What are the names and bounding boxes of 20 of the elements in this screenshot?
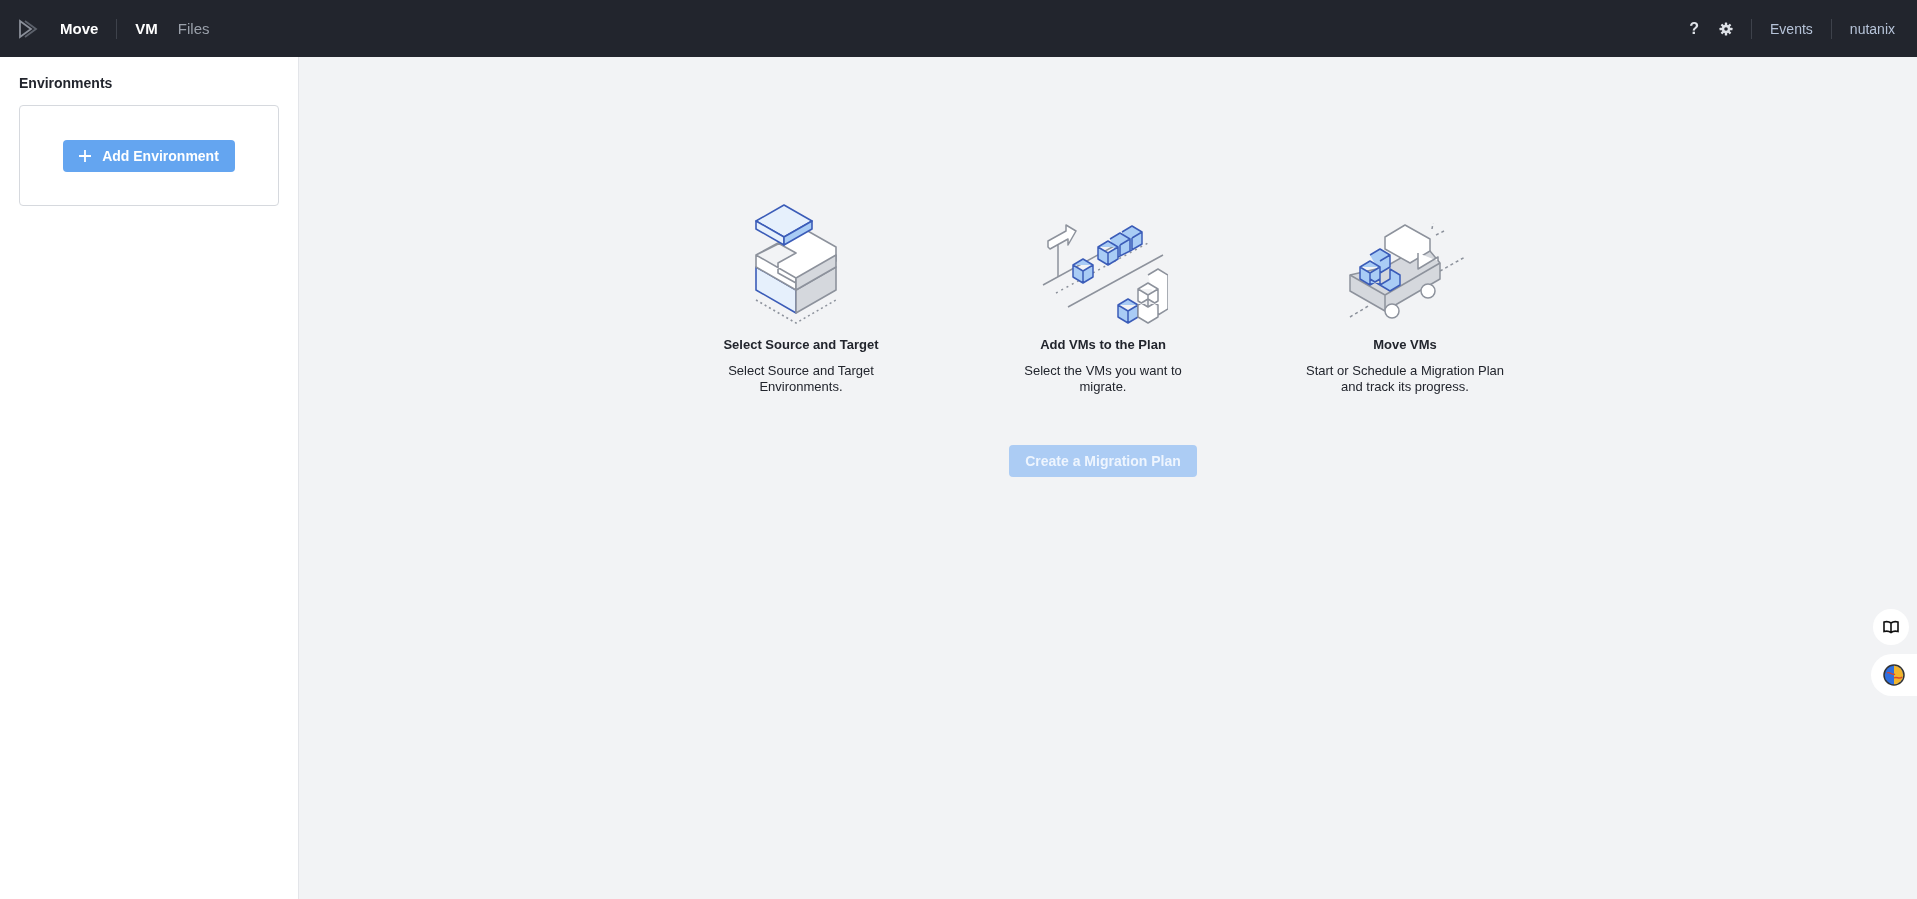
logo-icon[interactable]	[18, 18, 40, 39]
user-menu[interactable]: nutanix	[1849, 20, 1895, 37]
step-description: Start or Schedule a Migration Plan and track its progress.	[1305, 363, 1505, 395]
step-description: Select the VMs you want to migrate.	[1023, 363, 1183, 395]
globe-icon	[1883, 664, 1905, 686]
step-description: Select Source and Target Environments.	[727, 363, 875, 395]
sidebar-title: Environments	[19, 75, 114, 91]
book-icon	[1883, 620, 1899, 634]
step-title: Select Source and Target	[723, 337, 879, 352]
nav-tab[interactable]: VM	[135, 20, 158, 37]
assistant-button[interactable]	[1871, 654, 1917, 696]
plus-icon	[79, 149, 92, 162]
nav-tab[interactable]: Files	[177, 20, 210, 37]
step-title: Add VMs to the Plan	[1040, 337, 1166, 352]
settings-icon[interactable]	[1719, 21, 1734, 36]
guide-button[interactable]	[1873, 609, 1909, 645]
step-title: Move VMs	[1373, 337, 1437, 352]
app-name: Move	[60, 20, 99, 37]
help-button[interactable]: ?	[1689, 19, 1700, 38]
events-link[interactable]: Events	[1770, 20, 1813, 37]
